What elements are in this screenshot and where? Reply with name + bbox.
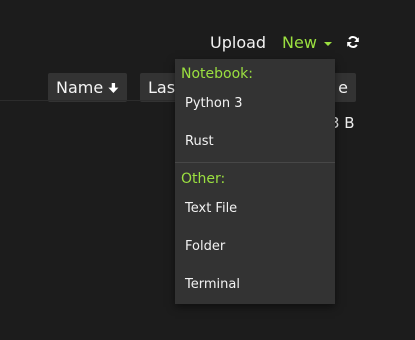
caret-down-icon (323, 41, 332, 46)
upload-button[interactable]: Upload (210, 33, 266, 52)
new-button-label: New (282, 33, 317, 52)
dropdown-header-other: Other: (181, 171, 226, 187)
dropdown-header-notebook: Notebook: (181, 66, 253, 82)
menu-item-python-3[interactable]: Python 3 (185, 96, 242, 111)
column-header-name-label: Name (56, 78, 104, 97)
menu-item-folder[interactable]: Folder (185, 239, 225, 254)
menu-item-text-file[interactable]: Text File (185, 201, 237, 216)
column-header-file-size-label: e (338, 78, 348, 97)
column-header-name[interactable]: Name (48, 73, 127, 102)
menu-item-terminal[interactable]: Terminal (185, 277, 240, 292)
menu-item-rust[interactable]: Rust (185, 134, 214, 149)
dropdown-divider (175, 162, 335, 163)
refresh-icon[interactable] (346, 35, 360, 49)
new-dropdown-menu: Notebook: Python 3 Rust Other: Text File… (175, 59, 335, 304)
arrow-down-icon (108, 82, 119, 93)
list-divider (0, 100, 176, 101)
new-button[interactable]: New (282, 33, 332, 52)
